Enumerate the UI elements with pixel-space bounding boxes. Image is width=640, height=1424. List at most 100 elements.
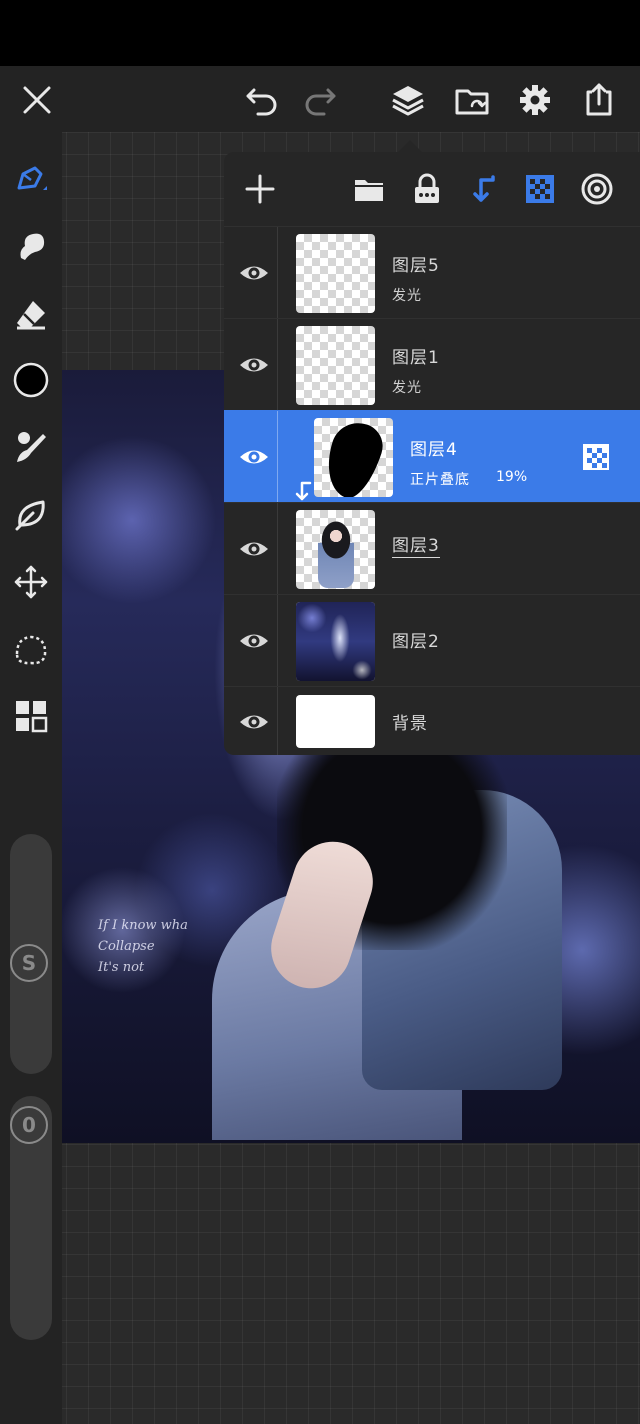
add-layer-button[interactable] — [240, 169, 280, 209]
folder-icon — [355, 180, 383, 201]
layer-name: 背景 — [392, 714, 428, 734]
layer-row[interactable]: 图层5 发光 — [224, 226, 640, 318]
opacity-slider[interactable]: 0 — [10, 1096, 52, 1340]
layer-thumbnail[interactable] — [296, 695, 375, 748]
eye-icon — [240, 450, 268, 464]
settings-button[interactable] — [513, 78, 557, 122]
layer-blend-mode[interactable]: 正片叠底 — [410, 469, 470, 489]
scene-thumbnail — [296, 602, 375, 681]
share-button[interactable] — [577, 78, 621, 122]
lasso-leaf-button[interactable] — [9, 492, 53, 536]
row-divider — [277, 687, 278, 755]
color-swatch[interactable] — [9, 358, 53, 402]
layer-blend-mode[interactable]: 发光 — [392, 377, 422, 397]
row-divider — [277, 319, 278, 410]
brush-icon — [17, 432, 46, 462]
folder-button[interactable] — [349, 169, 389, 209]
row-divider — [277, 595, 278, 686]
eye-icon — [240, 542, 268, 556]
move-button[interactable] — [9, 560, 53, 604]
layer-thumbnail[interactable] — [314, 418, 393, 497]
transparency-icon[interactable] — [580, 441, 612, 473]
layer-name: 图层3 — [392, 531, 440, 558]
redo-button[interactable] — [298, 78, 342, 122]
layers-panel: 图层5 发光 图层1 发光 图层4 正片叠底 19% 图层3 图层2 背景 — [224, 152, 640, 755]
layers-button[interactable] — [386, 78, 430, 122]
status-bar — [0, 0, 640, 66]
visibility-toggle[interactable] — [234, 529, 274, 569]
lock-button[interactable] — [407, 169, 447, 209]
add-icon — [245, 174, 275, 204]
pen-tool-icon — [17, 166, 47, 190]
lock-icon — [415, 173, 439, 203]
layer-thumbnail[interactable] — [296, 602, 375, 681]
opacity-slider-knob[interactable]: 0 — [10, 1106, 48, 1144]
eye-icon — [240, 715, 268, 729]
opacity-slider-label: 0 — [22, 1113, 36, 1137]
transparency-icon — [526, 175, 554, 203]
undo-icon — [246, 88, 277, 116]
handwriting-line: Collapse — [98, 939, 155, 954]
row-divider — [277, 227, 278, 318]
undo-button[interactable] — [240, 78, 284, 122]
selection-icon — [15, 635, 47, 665]
size-slider-knob[interactable]: S — [10, 944, 48, 982]
grid-icon — [16, 701, 48, 733]
size-slider[interactable]: S — [10, 834, 52, 1074]
eye-icon — [240, 358, 268, 372]
layer-name: 图层4 — [410, 440, 458, 460]
layer-thumbnail[interactable] — [296, 326, 375, 405]
visibility-toggle[interactable] — [234, 437, 274, 477]
layers-panel-caret — [398, 140, 422, 152]
pen-tool-button[interactable] — [9, 156, 53, 200]
transparency-lock-button[interactable] — [520, 169, 560, 209]
settings-icon — [520, 85, 550, 115]
layers-icon — [392, 86, 424, 116]
share-icon — [586, 83, 612, 116]
layer-blend-mode[interactable]: 发光 — [392, 285, 422, 305]
layer-row-selected[interactable]: 图层4 正片叠底 19% — [224, 410, 640, 502]
target-icon — [581, 173, 613, 205]
clipping-mask-icon — [295, 481, 312, 501]
layer-thumbnail[interactable] — [296, 510, 375, 589]
grid-button[interactable] — [9, 694, 53, 738]
brush-button[interactable] — [9, 424, 53, 468]
left-toolbar: S 0 — [0, 132, 62, 1424]
canvas-handwriting: If I know wha Collapse It's not — [98, 915, 188, 978]
eraser-button[interactable] — [9, 292, 53, 336]
layer-row[interactable]: 图层3 — [224, 502, 640, 594]
row-divider — [277, 411, 278, 502]
mask-shape — [317, 418, 389, 497]
layer-row[interactable]: 图层2 — [224, 594, 640, 686]
layer-row[interactable]: 图层1 发光 — [224, 318, 640, 410]
handwriting-line: It's not — [98, 960, 145, 975]
visibility-toggle[interactable] — [234, 702, 274, 742]
eye-icon — [240, 634, 268, 648]
move-icon — [14, 565, 48, 599]
clip-icon — [473, 175, 495, 202]
top-toolbar — [0, 66, 640, 132]
visibility-toggle[interactable] — [234, 253, 274, 293]
layer-name: 图层1 — [392, 348, 440, 368]
redo-icon — [305, 88, 336, 116]
visibility-toggle[interactable] — [234, 345, 274, 385]
selection-button[interactable] — [9, 628, 53, 672]
layer-name: 图层2 — [392, 632, 440, 652]
layer-row-background[interactable]: 背景 — [224, 686, 640, 755]
clip-button[interactable] — [464, 169, 504, 209]
gallery-button[interactable] — [450, 78, 494, 122]
smudge-button[interactable] — [9, 224, 53, 268]
visibility-toggle[interactable] — [234, 621, 274, 661]
handwriting-line: If I know wha — [98, 918, 188, 933]
gallery-icon — [455, 89, 489, 115]
close-icon — [23, 86, 51, 114]
smudge-icon — [20, 233, 45, 260]
lasso-leaf-icon — [15, 500, 45, 531]
color-swatch-icon — [13, 362, 49, 398]
close-button[interactable] — [15, 78, 59, 122]
layer-thumbnail[interactable] — [296, 234, 375, 313]
layers-panel-toolbar — [224, 152, 640, 226]
target-button[interactable] — [577, 169, 617, 209]
layer-opacity[interactable]: 19% — [496, 469, 527, 485]
eraser-icon — [17, 301, 45, 330]
